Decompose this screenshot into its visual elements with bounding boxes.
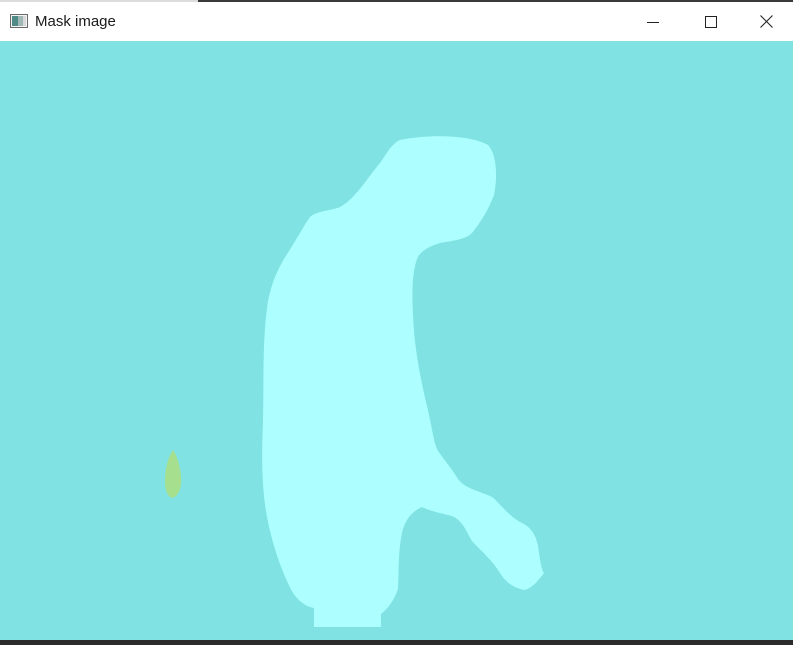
minimize-button[interactable] [624,2,682,41]
maximize-button[interactable] [682,2,740,41]
small-mask-region [165,450,182,498]
mask-drawing [165,136,544,627]
app-window-icon [10,14,28,28]
close-button[interactable] [740,2,793,41]
close-icon [760,15,773,28]
bottom-border [0,640,793,645]
mask-canvas [0,41,793,640]
window-title: Mask image [35,13,116,30]
mask-image-window: Mask image [0,0,793,645]
large-mask-region [262,136,544,627]
minimize-icon [647,16,659,28]
maximize-icon [705,15,717,28]
